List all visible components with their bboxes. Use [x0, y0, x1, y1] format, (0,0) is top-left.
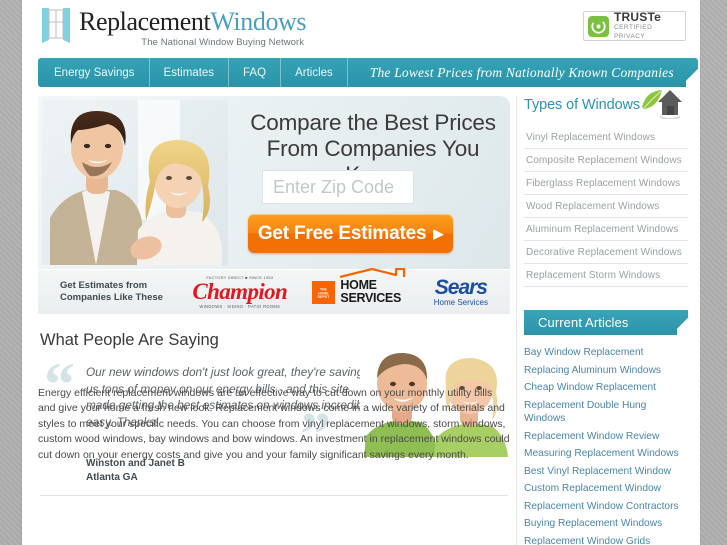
eco-house-leaf-icon	[642, 87, 682, 120]
truste-e-icon	[588, 15, 609, 37]
arrow-right-icon: ▶	[433, 226, 444, 241]
article-link-replacement-window-review[interactable]: Replacement Window Review	[524, 430, 688, 444]
list-item[interactable]: Aluminum Replacement Windows	[524, 218, 688, 241]
nav-item-articles[interactable]: Articles	[281, 58, 348, 87]
list-item[interactable]: Measuring Replacement Windows	[524, 447, 688, 461]
list-item[interactable]: Best Vinyl Replacement Window	[524, 465, 688, 479]
sears-wordmark: Sears	[434, 275, 488, 299]
champion-bottom-text: WINDOWS · SIDING · PATIO ROOMS	[199, 303, 281, 309]
types-of-windows-list: Vinyl Replacement Windows Composite Repl…	[524, 126, 688, 287]
cta-label: Get Free Estimates	[257, 222, 427, 244]
current-articles-title: Current Articles	[538, 315, 629, 330]
list-item[interactable]: Composite Replacement Windows	[524, 149, 688, 172]
list-item[interactable]: Vinyl Replacement Windows	[524, 126, 688, 149]
champion-wordmark: Champion	[192, 278, 288, 304]
tow-link-vinyl[interactable]: Vinyl Replacement Windows	[524, 126, 688, 148]
article-link-custom-replacement-window[interactable]: Custom Replacement Window	[524, 482, 688, 496]
list-item[interactable]: Bay Window Replacement	[524, 346, 688, 360]
tow-link-aluminum[interactable]: Aluminum Replacement Windows	[524, 218, 688, 240]
brand-logo-sears[interactable]: Sears Home Services	[412, 277, 510, 308]
hero-banner: Compare the Best Prices From Companies Y…	[38, 96, 510, 269]
brands-label-line1: Get Estimates from	[60, 280, 148, 291]
list-item[interactable]: Custom Replacement Window	[524, 482, 688, 496]
list-item[interactable]: Decorative Replacement Windows	[524, 241, 688, 264]
list-item[interactable]: Replacement Storm Windows	[524, 264, 688, 287]
page-sheet: ReplacementWindows The National Window B…	[22, 0, 700, 545]
list-item[interactable]: Replacement Double Hung Windows	[524, 399, 688, 426]
tow-link-wood[interactable]: Wood Replacement Windows	[524, 195, 688, 217]
brand-logos-strip: Get Estimates from Companies Like These …	[38, 268, 510, 314]
intro-paragraph: Energy efficient replacement windows are…	[38, 386, 510, 461]
article-link-replacement-window-contractors[interactable]: Replacement Window Contractors	[524, 500, 688, 514]
list-item[interactable]: Wood Replacement Windows	[524, 195, 688, 218]
article-link-replacing-aluminum-windows[interactable]: Replacing Aluminum Windows	[524, 364, 688, 378]
logo-wordmark: ReplacementWindows	[79, 7, 307, 36]
article-link-bay-window-replacement[interactable]: Bay Window Replacement	[524, 346, 688, 360]
types-of-windows-header: Types of Windows	[524, 90, 688, 122]
tow-link-storm[interactable]: Replacement Storm Windows	[524, 264, 688, 286]
list-item[interactable]: Replacement Window Review	[524, 430, 688, 444]
list-item[interactable]: Cheap Window Replacement	[524, 381, 688, 395]
list-item[interactable]: Replacement Window Contractors	[524, 500, 688, 514]
nav-tagline: The Lowest Prices from Nationally Known …	[369, 64, 674, 80]
site-header: ReplacementWindows The National Window B…	[22, 0, 700, 52]
nav-item-estimates[interactable]: Estimates	[150, 58, 230, 87]
article-link-replacement-double-hung-windows[interactable]: Replacement Double Hung Windows	[524, 399, 688, 426]
article-link-buying-replacement-windows[interactable]: Buying Replacement Windows	[524, 517, 688, 531]
current-articles-list: Bay Window Replacement Replacing Aluminu…	[524, 346, 688, 545]
article-link-best-vinyl-replacement-window[interactable]: Best Vinyl Replacement Window	[524, 465, 688, 479]
truste-title: TRUSTe	[614, 10, 661, 24]
brand-logo-champion[interactable]: FACTORY DIRECT ■ SINCE 1953 Champion WIN…	[178, 275, 302, 310]
svg-text:DEPOT: DEPOT	[318, 295, 330, 299]
truste-subtitle: CERTIFIED PRIVACY	[614, 24, 653, 40]
home-depot-mark-icon: THE HOME DEPOT	[312, 280, 336, 304]
right-sidebar: Types of Windows Vinyl Replacement Windo…	[524, 90, 688, 545]
types-of-windows-title: Types of Windows	[524, 97, 641, 113]
tow-link-decorative[interactable]: Decorative Replacement Windows	[524, 241, 688, 263]
list-item[interactable]: Fiberglass Replacement Windows	[524, 172, 688, 195]
article-link-replacement-window-grids[interactable]: Replacement Window Grids	[524, 535, 688, 545]
main-navigation: Energy Savings Estimates FAQ Articles Th…	[38, 58, 698, 87]
article-link-measuring-replacement-windows[interactable]: Measuring Replacement Windows	[524, 447, 688, 461]
tow-link-composite[interactable]: Composite Replacement Windows	[524, 149, 688, 171]
brand-logo-home-depot[interactable]: THE HOME DEPOT HOME SERVICES	[302, 268, 412, 305]
site-tagline: The National Window Buying Network	[141, 37, 305, 48]
current-articles-header: Current Articles	[524, 310, 688, 335]
list-item[interactable]: Replacement Window Grids	[524, 535, 688, 545]
sears-subtitle: Home Services	[433, 297, 488, 307]
home-depot-line2: SERVICES	[340, 291, 402, 305]
nav-item-energy-savings[interactable]: Energy Savings	[38, 58, 150, 87]
column-divider	[516, 96, 517, 545]
brands-label: Get Estimates from Companies Like These	[60, 280, 178, 304]
site-logo[interactable]: ReplacementWindows The National Window B…	[39, 6, 307, 48]
page-background: ReplacementWindows The National Window B…	[0, 0, 727, 545]
brands-label-line2: Companies Like These	[60, 292, 163, 303]
list-item[interactable]: Buying Replacement Windows	[524, 517, 688, 531]
tow-link-fiberglass[interactable]: Fiberglass Replacement Windows	[524, 172, 688, 194]
zip-code-input[interactable]	[262, 170, 414, 204]
list-item[interactable]: Replacing Aluminum Windows	[524, 364, 688, 378]
hero-couple-photo	[42, 100, 228, 265]
hero-copy: Compare the Best Prices From Companies Y…	[234, 96, 510, 269]
logo-word-replacement: Replacement	[79, 7, 211, 36]
hero-headline-line1: Compare the Best Prices	[250, 110, 496, 135]
nav-item-faq[interactable]: FAQ	[229, 58, 282, 87]
testimonial-author-location: Atlanta GA	[86, 472, 138, 483]
logo-word-windows: Windows	[210, 7, 307, 36]
article-link-cheap-window-replacement[interactable]: Cheap Window Replacement	[524, 381, 688, 395]
truste-badge[interactable]: TRUSTe CERTIFIED PRIVACY	[583, 11, 686, 41]
window-curtain-icon	[39, 6, 73, 46]
get-free-estimates-button[interactable]: Get Free Estimates ▶	[248, 214, 453, 253]
testimonial-divider	[40, 495, 508, 496]
